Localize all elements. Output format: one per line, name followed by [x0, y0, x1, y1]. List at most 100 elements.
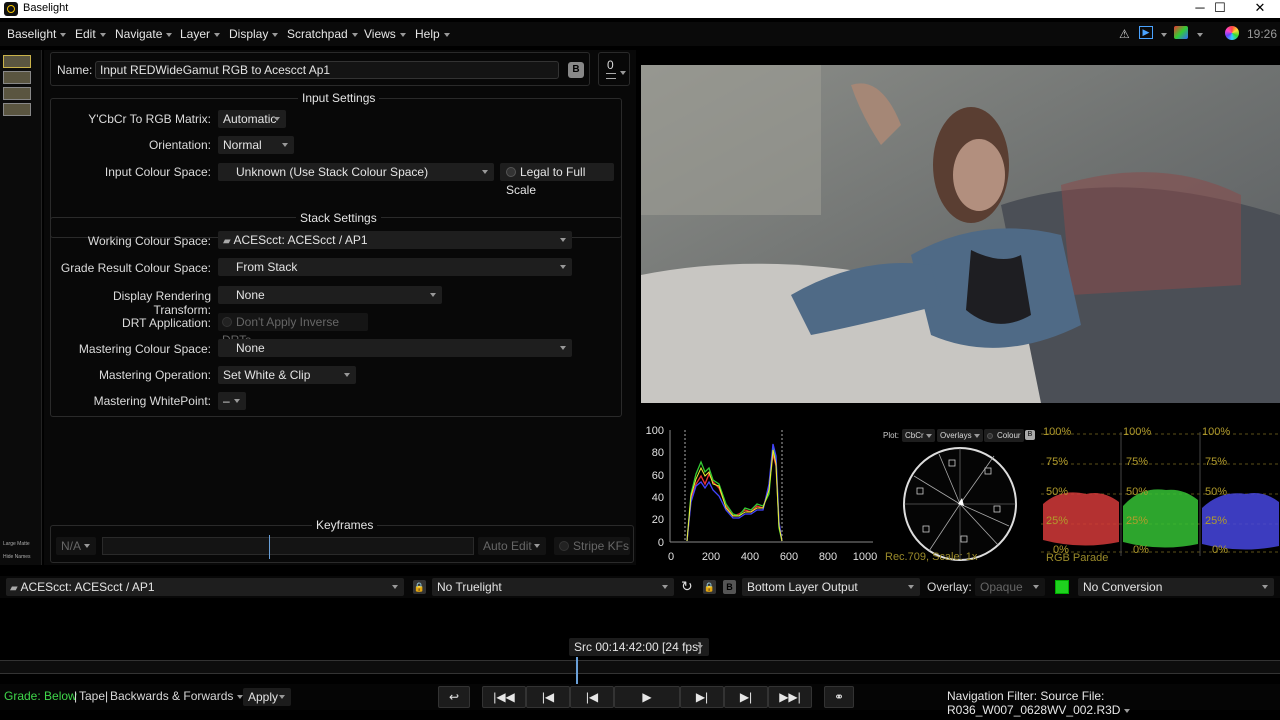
- colour-checkbox[interactable]: Colour: [984, 429, 1024, 442]
- plot-dropdown[interactable]: CbCr: [902, 429, 935, 442]
- menu-help[interactable]: Help: [415, 27, 450, 41]
- auto-edit-dropdown[interactable]: Auto Edit: [478, 537, 546, 555]
- maximize-button[interactable]: ☐: [1200, 0, 1240, 18]
- output-info-icon[interactable]: B: [723, 580, 736, 594]
- colour-gamut-icon[interactable]: [1174, 26, 1188, 39]
- histogram-scope: 100 80 60 40 20 0 0 200 400 600 800 1000: [646, 425, 877, 563]
- truelight-dropdown[interactable]: No Truelight: [432, 578, 674, 596]
- menu-edit[interactable]: Edit: [75, 27, 106, 41]
- link-settings-icon[interactable]: ⚭: [824, 686, 854, 708]
- plot-label: Plot:: [883, 431, 900, 440]
- parade-red-100: 100%: [1043, 426, 1072, 438]
- conversion-dropdown[interactable]: No Conversion: [1078, 578, 1274, 596]
- parade-footer: RGB Parade: [1046, 552, 1109, 564]
- viewer-image: [641, 65, 1280, 403]
- histogram-y-tick: 60: [652, 470, 664, 482]
- hide-names-toggle[interactable]: Hide Names: [3, 554, 43, 560]
- overlay-dropdown[interactable]: Opaque: [975, 578, 1045, 596]
- next-shot-icon[interactable]: ▶|: [724, 686, 768, 708]
- refresh-icon[interactable]: ↻: [681, 578, 693, 595]
- image-viewer[interactable]: [641, 65, 1280, 403]
- parade-green-25: 25%: [1126, 515, 1149, 527]
- histogram-x-tick: 200: [702, 551, 720, 563]
- name-info-icon[interactable]: B: [568, 62, 584, 78]
- lock-icon[interactable]: 🔒: [413, 580, 426, 594]
- legal-to-full-scale-checkbox[interactable]: Legal to Full Scale: [500, 163, 614, 197]
- parade-blue-100: 100%: [1202, 426, 1231, 438]
- go-to-start-icon[interactable]: |◀◀: [482, 686, 526, 708]
- colour-wheel-icon[interactable]: [1225, 26, 1239, 40]
- mastering-operation-dropdown[interactable]: Set White & Clip: [218, 366, 356, 384]
- grade-result-colour-space-dropdown[interactable]: From Stack: [218, 258, 572, 276]
- mastering-colour-space-dropdown[interactable]: None: [218, 339, 572, 357]
- menu-views[interactable]: Views: [364, 27, 406, 41]
- apply-dropdown[interactable]: Apply: [243, 688, 291, 706]
- ycbcr-matrix-dropdown[interactable]: Automatic: [218, 110, 286, 128]
- layer-counter-box[interactable]: 0: [598, 52, 630, 86]
- vectorscope-footer: Rec.709, Scale: 1x: [885, 551, 978, 563]
- step-back-icon[interactable]: |◀: [570, 686, 614, 708]
- lock-icon[interactable]: 🔒: [703, 580, 716, 594]
- vectorscope-info-icon[interactable]: B: [1025, 430, 1035, 440]
- window-title: Baselight: [23, 2, 69, 14]
- orientation-dropdown[interactable]: Normal: [218, 136, 294, 154]
- scopes-area: 100 80 60 40 20 0 0 200 400 600 800 1000…: [641, 424, 1280, 566]
- timecode-dropdown[interactable]: Src 00:14:42:00 [24 fps]: [569, 638, 709, 656]
- overlay-label: Overlay:: [927, 580, 972, 594]
- previous-shot-icon[interactable]: |◀: [526, 686, 570, 708]
- name-input[interactable]: Input REDWideGamut RGB to Acescct Ap1: [95, 61, 559, 79]
- histogram-x-tick: 800: [819, 551, 837, 563]
- input-settings-title: Input Settings: [298, 91, 380, 105]
- layer-thumbnail[interactable]: [3, 55, 31, 68]
- rgb-parade-scope: 100% 100% 100% 75% 75% 75% 50% 50% 50% 2…: [1041, 424, 1280, 566]
- large-matte-toggle[interactable]: Large Matte: [3, 541, 43, 547]
- go-to-end-icon[interactable]: ▶▶|: [768, 686, 812, 708]
- player-mode-dropdown-icon[interactable]: [1157, 27, 1167, 41]
- working-colour-space-dropdown[interactable]: ▰ ACEScct: ACEScct / AP1: [218, 231, 572, 249]
- layer-output-dropdown[interactable]: Bottom Layer Output: [742, 578, 920, 596]
- step-forward-icon[interactable]: ▶|: [680, 686, 724, 708]
- histogram-y-tick: 100: [646, 425, 664, 437]
- layer-thumbnail[interactable]: [3, 103, 31, 116]
- parade-green-100: 100%: [1123, 426, 1152, 438]
- display-colour-space-dropdown[interactable]: ▰ ACEScct: ACEScct / AP1: [6, 578, 404, 596]
- menu-layer[interactable]: Layer: [180, 27, 221, 41]
- stripe-kfs-checkbox[interactable]: Stripe KFs: [554, 537, 630, 555]
- parade-red-50: 50%: [1046, 486, 1069, 498]
- menu-baselight[interactable]: Baselight: [7, 27, 67, 41]
- input-colour-space-dropdown[interactable]: Unknown (Use Stack Colour Space): [218, 163, 494, 181]
- warning-icon[interactable]: ⚠: [1119, 27, 1130, 41]
- counter-dropdown-icon[interactable]: [620, 65, 626, 79]
- mastering-whitepoint-dropdown[interactable]: –: [218, 392, 246, 410]
- close-button[interactable]: ✕: [1240, 0, 1280, 18]
- navigation-filter[interactable]: Navigation Filter: Source File: R036_W00…: [947, 689, 1280, 717]
- timeline-scrubber[interactable]: [0, 657, 1280, 685]
- gamut-dropdown-icon[interactable]: [1193, 27, 1203, 41]
- layer-thumbnail[interactable]: [3, 71, 31, 84]
- colour-space-settings-panel: Name: Input REDWideGamut RGB to Acescct …: [44, 50, 636, 565]
- parade-graticule: [1041, 432, 1280, 556]
- timeline-playhead[interactable]: [576, 657, 578, 685]
- keyframe-mode-dropdown[interactable]: N/A: [56, 537, 96, 555]
- stack-settings-title: Stack Settings: [296, 211, 381, 225]
- mastering-colour-space-label: Mastering Colour Space:: [78, 342, 211, 356]
- tape-button[interactable]: Tape: [79, 689, 105, 703]
- ycbcr-matrix-label: Y'CbCr To RGB Matrix:: [88, 112, 211, 126]
- play-icon[interactable]: ▶: [614, 686, 680, 708]
- name-label: Name:: [57, 63, 93, 77]
- undo-icon[interactable]: ↩: [438, 686, 470, 708]
- menu-scratchpad[interactable]: Scratchpad: [287, 27, 358, 41]
- display-rendering-transform-dropdown[interactable]: None: [218, 286, 442, 304]
- menu-display[interactable]: Display: [229, 27, 279, 41]
- layer-thumbnail[interactable]: [3, 87, 31, 100]
- vectorscope: Plot: CbCr Overlays Colour B Rec.709, Sc…: [879, 424, 1039, 566]
- keyframe-track[interactable]: [102, 535, 474, 559]
- green-status-swatch[interactable]: [1055, 580, 1069, 594]
- separator: |: [74, 689, 78, 703]
- menu-navigate[interactable]: Navigate: [115, 27, 173, 41]
- direction-dropdown[interactable]: Backwards & Forwards: [110, 689, 244, 703]
- player-mode-icon[interactable]: ▶: [1139, 26, 1153, 39]
- vectorscope-graticule: [903, 447, 1017, 561]
- dont-apply-inverse-drts-checkbox[interactable]: Don't Apply Inverse DRTs: [218, 313, 368, 347]
- overlays-dropdown[interactable]: Overlays: [937, 429, 983, 442]
